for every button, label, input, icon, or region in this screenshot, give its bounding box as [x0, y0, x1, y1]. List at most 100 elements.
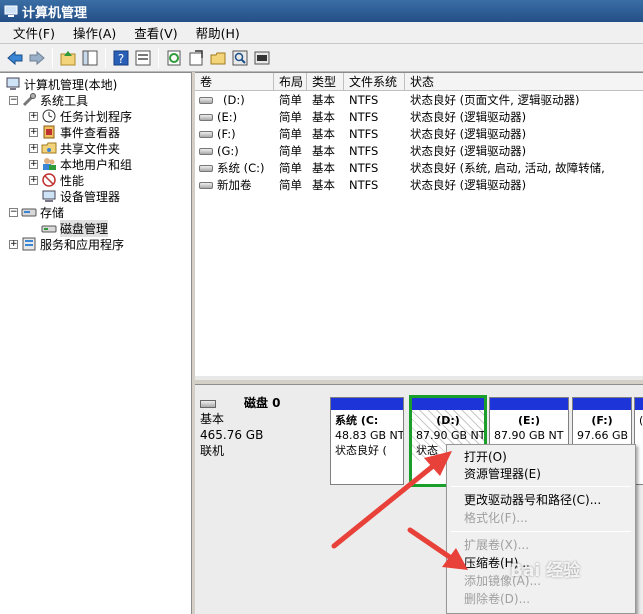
tree-label: 共享文件夹	[60, 141, 121, 156]
tree-item-local-users[interactable]: + 本地用户和组	[29, 156, 132, 172]
open-icon[interactable]	[208, 48, 228, 68]
menu-item-extend-volume[interactable]: 扩展卷(X)...	[447, 536, 635, 554]
help-icon[interactable]: ?	[111, 48, 131, 68]
layout-cell: 简单	[279, 110, 302, 124]
properties-icon[interactable]	[133, 48, 153, 68]
tree-label: 存储	[40, 205, 65, 220]
partition-bar	[635, 398, 643, 410]
fs-cell: NTFS	[349, 127, 379, 141]
menu-item-delete-volume[interactable]: 删除卷(D)...	[447, 590, 635, 608]
drive-icon	[199, 148, 213, 155]
navigation-tree: 计算机管理(本地) − 系统工具 + 任务计划程序 + 事件查看器 + 共享文件…	[0, 72, 192, 614]
menu-item-change-drive-letter[interactable]: 更改驱动器号和路径(C)...	[447, 491, 635, 509]
tree-label: 系统工具	[40, 93, 89, 108]
disk-icon	[200, 399, 216, 408]
toolbar-separator	[52, 47, 53, 68]
tree-item-storage[interactable]: − 存储	[9, 204, 64, 220]
back-icon[interactable]	[5, 48, 25, 68]
partition-name: (D:)	[436, 414, 460, 427]
tree-item-services-apps[interactable]: + 服务和应用程序	[9, 236, 124, 252]
tree-label: 本地用户和组	[60, 157, 133, 172]
tree-item-event-viewer[interactable]: + 事件查看器	[29, 124, 120, 140]
tree-label: 计算机管理(本地)	[24, 77, 118, 92]
expand-icon[interactable]: +	[29, 127, 38, 137]
export-icon[interactable]	[186, 48, 206, 68]
partition-name: (F:)	[591, 414, 613, 427]
tree-item-system-tools[interactable]: − 系统工具	[9, 92, 88, 108]
partition-bar	[490, 398, 568, 410]
tree-item-task-scheduler[interactable]: + 任务计划程序	[29, 108, 132, 124]
partition-c[interactable]: 系统 (C: 48.83 GB NT 状态良好 (	[330, 397, 404, 485]
search-icon[interactable]	[230, 48, 250, 68]
tree-item-disk-management[interactable]: 磁盘管理	[41, 219, 109, 237]
tree-root[interactable]: 计算机管理(本地)	[5, 76, 117, 92]
disk-size: 465.76 GB	[200, 428, 264, 442]
show-hide-tree-icon[interactable]	[80, 48, 100, 68]
up-icon[interactable]	[58, 48, 78, 68]
disk-state: 联机	[200, 444, 225, 458]
column-header-filesystem[interactable]: 文件系统	[344, 73, 405, 91]
menu-item-open[interactable]: 打开(O)	[447, 448, 635, 466]
toolbar-separator	[158, 47, 159, 68]
table-row[interactable]: (G:) 简单 基本 NTFS 状态良好 (逻辑驱动器)	[195, 143, 643, 160]
tree-item-performance[interactable]: + 性能	[29, 172, 84, 188]
context-menu: 打开(O) 资源管理器(E) 更改驱动器号和路径(C)... 格式化(F)...…	[446, 444, 636, 614]
menu-file[interactable]: 文件(F)	[4, 23, 64, 42]
table-row[interactable]: 系统 (C:) 简单 基本 NTFS 状态良好 (系统, 启动, 活动, 故障转…	[195, 160, 643, 177]
refresh-icon[interactable]	[164, 48, 184, 68]
partition-status: (	[639, 414, 643, 427]
expand-icon[interactable]: +	[29, 143, 38, 153]
settings-icon[interactable]	[252, 48, 272, 68]
type-cell: 基本	[312, 161, 335, 175]
table-row[interactable]: (D:) 简单 基本 NTFS 状态良好 (页面文件, 逻辑驱动器)	[195, 92, 643, 109]
tree-label: 性能	[60, 173, 85, 188]
partition-bar	[573, 398, 631, 410]
column-header-status[interactable]: 状态	[405, 73, 643, 91]
table-row[interactable]: (F:) 简单 基本 NTFS 状态良好 (逻辑驱动器)	[195, 126, 643, 143]
type-cell: 基本	[312, 110, 335, 124]
type-cell: 基本	[312, 178, 335, 192]
collapse-icon[interactable]: −	[9, 95, 18, 105]
menu-separator	[451, 531, 631, 532]
partition-bar	[331, 398, 403, 410]
table-row[interactable]: 新加卷 简单 基本 NTFS 状态良好 (逻辑驱动器)	[195, 177, 643, 194]
menu-item-explorer[interactable]: 资源管理器(E)	[447, 465, 635, 483]
disk-name: 磁盘 0	[244, 396, 281, 410]
collapse-icon[interactable]: −	[9, 207, 18, 217]
fs-cell: NTFS	[349, 178, 379, 192]
drive-icon	[199, 131, 213, 138]
expand-icon[interactable]: +	[29, 175, 38, 185]
table-row[interactable]: (E:) 简单 基本 NTFS 状态良好 (逻辑驱动器)	[195, 109, 643, 126]
status-cell: 状态良好 (逻辑驱动器)	[410, 144, 527, 158]
column-header-layout[interactable]: 布局	[274, 73, 307, 91]
partition-name: (E:)	[518, 414, 540, 427]
menu-action[interactable]: 操作(A)	[64, 23, 125, 42]
tree-item-shared-folders[interactable]: + 共享文件夹	[29, 140, 120, 156]
menu-view[interactable]: 查看(V)	[125, 23, 186, 42]
column-header-type[interactable]: 类型	[307, 73, 344, 91]
menu-item-format[interactable]: 格式化(F)...	[447, 509, 635, 527]
computer-management-icon	[4, 5, 18, 17]
toolbar-separator	[105, 47, 106, 68]
menu-help[interactable]: 帮助(H)	[187, 23, 249, 42]
window-title: 计算机管理	[22, 5, 88, 21]
tree-label: 服务和应用程序	[40, 237, 125, 252]
status-cell: 状态良好 (逻辑驱动器)	[410, 178, 527, 192]
event-viewer-icon	[43, 125, 55, 139]
status-cell: 状态良好 (逻辑驱动器)	[410, 127, 527, 141]
expand-icon[interactable]: +	[29, 159, 38, 169]
disk-info[interactable]: 磁盘 0 基本 465.76 GB 联机	[200, 395, 325, 485]
tools-icon	[22, 93, 36, 107]
expand-icon[interactable]: +	[9, 239, 18, 249]
storage-icon	[21, 208, 37, 217]
partition-size: 87.90 GB NT	[416, 429, 484, 442]
volume-name: (F:)	[217, 127, 236, 141]
services-icon	[22, 237, 36, 251]
type-cell: 基本	[312, 144, 335, 158]
forward-icon[interactable]	[27, 48, 47, 68]
column-header-volume[interactable]: 卷	[195, 73, 274, 91]
expand-icon[interactable]: +	[29, 111, 38, 121]
tree-item-device-manager[interactable]: 设备管理器	[41, 188, 120, 204]
users-icon	[43, 158, 56, 170]
volume-name: (D:)	[223, 93, 245, 107]
